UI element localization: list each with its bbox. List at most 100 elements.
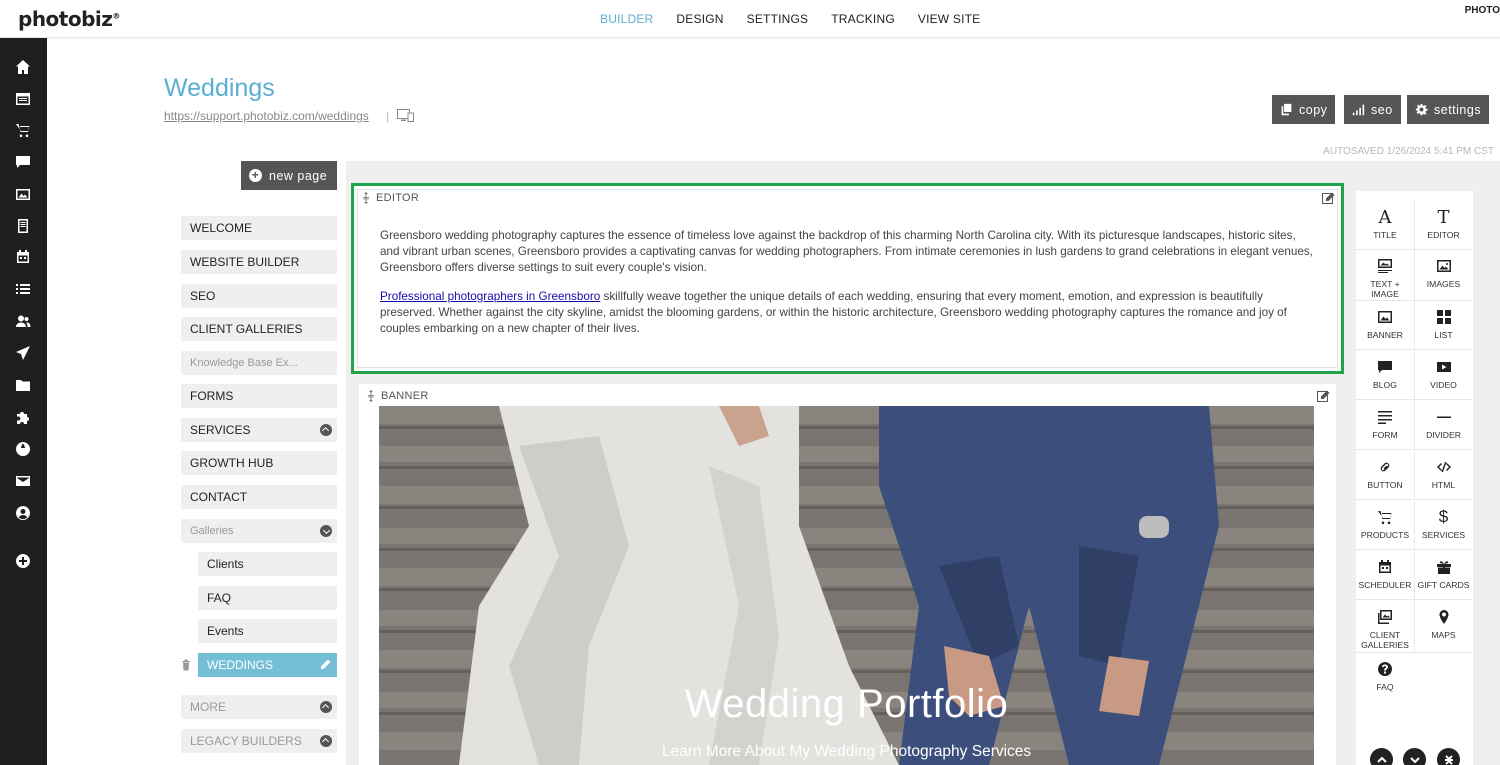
- widget-maps[interactable]: MAPS: [1414, 601, 1472, 653]
- widget-label: CLIENT GALLERIES: [1361, 630, 1409, 650]
- send-icon[interactable]: [14, 344, 32, 362]
- nav-builder[interactable]: BUILDER: [600, 12, 653, 26]
- page-item-services[interactable]: SERVICES: [181, 418, 337, 442]
- document-icon[interactable]: [14, 217, 32, 235]
- page-item-faq[interactable]: FAQ: [198, 586, 337, 610]
- widget-gift-cards[interactable]: GIFT CARDS: [1414, 551, 1472, 600]
- users-icon[interactable]: [14, 312, 32, 330]
- move-down-button[interactable]: [1403, 748, 1426, 765]
- page-item-website-builder[interactable]: WEBSITE BUILDER: [181, 250, 337, 274]
- settings-button[interactable]: settings: [1407, 95, 1490, 124]
- page-url-link[interactable]: https://support.photobiz.com/weddings: [164, 109, 369, 123]
- page-item-legacy-builders[interactable]: LEGACY BUILDERS: [181, 729, 337, 753]
- editor-block[interactable]: EDITOR Greensboro wedding photography ca…: [351, 183, 1344, 374]
- pencil-icon[interactable]: [319, 658, 332, 671]
- widget-faq[interactable]: FAQ: [1356, 653, 1414, 702]
- widget-client-galleries[interactable]: CLIENT GALLERIES: [1356, 601, 1414, 653]
- dollar-icon: $: [1438, 507, 1449, 526]
- page-item-knowledge-base[interactable]: Knowledge Base Ex...: [181, 351, 337, 375]
- widget-services[interactable]: $ SERVICES: [1414, 501, 1472, 550]
- nav-settings[interactable]: SETTINGS: [747, 12, 809, 26]
- device-preview-icon[interactable]: [397, 109, 414, 122]
- page-item-welcome[interactable]: WELCOME: [181, 216, 337, 240]
- folder-icon[interactable]: [14, 376, 32, 394]
- page-item-seo[interactable]: SEO: [181, 284, 337, 308]
- calendar-list-icon[interactable]: [14, 90, 32, 108]
- puzzle-icon[interactable]: [14, 408, 32, 426]
- page-item-weddings[interactable]: WEDDINGS: [198, 653, 337, 677]
- drag-handle-icon[interactable]: [362, 192, 370, 204]
- account-icon[interactable]: [14, 504, 32, 522]
- title-icon: A: [1378, 206, 1392, 228]
- scheduler-icon[interactable]: [14, 248, 32, 266]
- page-item-more[interactable]: MORE: [181, 695, 337, 719]
- nav-design[interactable]: DESIGN: [676, 12, 723, 26]
- chevron-up-icon: [1376, 756, 1387, 763]
- globe-icon[interactable]: [14, 440, 32, 458]
- photographers-link[interactable]: Professional photographers in Greensboro: [380, 290, 600, 303]
- mail-icon[interactable]: [14, 472, 32, 490]
- page-item-label: SERVICES: [190, 423, 251, 437]
- divider-icon: [1436, 407, 1452, 427]
- chat-icon[interactable]: [14, 153, 32, 171]
- widget-label: VIDEO: [1430, 380, 1457, 390]
- url-separator: |: [386, 109, 390, 123]
- widget-button[interactable]: BUTTON: [1356, 451, 1414, 500]
- page-item-forms[interactable]: FORMS: [181, 384, 337, 408]
- widget-scheduler[interactable]: SCHEDULER: [1356, 551, 1414, 600]
- nav-tracking[interactable]: TRACKING: [831, 12, 895, 26]
- widget-images[interactable]: IMAGES: [1414, 250, 1472, 301]
- add-circle-icon[interactable]: [14, 552, 32, 570]
- widget-editor[interactable]: T EDITOR: [1414, 201, 1472, 250]
- widget-label: HTML: [1431, 480, 1456, 490]
- photobiz-logo[interactable]: photobiz®: [18, 7, 120, 31]
- left-rail: [0, 38, 47, 765]
- trash-icon[interactable]: [181, 659, 191, 671]
- page-item-contact[interactable]: CONTACT: [181, 485, 337, 509]
- home-icon[interactable]: [14, 58, 32, 76]
- copy-button[interactable]: copy: [1272, 95, 1336, 124]
- page-item-label: Galleries: [190, 525, 234, 537]
- move-up-button[interactable]: [1370, 748, 1393, 765]
- widget-label: LIST: [1434, 330, 1453, 340]
- page-item-growth-hub[interactable]: GROWTH HUB: [181, 451, 337, 475]
- widget-products[interactable]: PRODUCTS: [1356, 501, 1414, 550]
- scheduler-icon: [1377, 557, 1393, 577]
- collapse-button[interactable]: [1437, 748, 1460, 765]
- chevron-up-icon[interactable]: [320, 701, 332, 713]
- widget-title[interactable]: A TITLE: [1356, 201, 1414, 250]
- settings-label: settings: [1434, 102, 1482, 117]
- widget-label: SERVICES: [1421, 530, 1466, 540]
- widget-divider[interactable]: DIVIDER: [1414, 401, 1472, 450]
- list-icon[interactable]: [14, 280, 32, 298]
- banner-block[interactable]: BANNER Wedding Portfolio Learn More Abou…: [359, 384, 1336, 765]
- new-page-button[interactable]: + new page: [241, 161, 337, 190]
- page-item-client-galleries[interactable]: CLIENT GALLERIES: [181, 317, 337, 341]
- widget-label: TITLE: [1373, 230, 1397, 240]
- widget-html[interactable]: HTML: [1414, 451, 1472, 500]
- drag-handle-icon[interactable]: [367, 390, 375, 402]
- seo-button[interactable]: seo: [1344, 95, 1401, 124]
- chevron-up-icon[interactable]: [320, 735, 332, 747]
- question-circle-icon: [1377, 659, 1393, 679]
- page-item-galleries[interactable]: Galleries: [181, 519, 337, 543]
- edit-icon[interactable]: [1322, 192, 1335, 205]
- page-item-events[interactable]: Events: [198, 619, 337, 643]
- account-menu[interactable]: PHOTO: [1465, 5, 1500, 16]
- image-icon[interactable]: [14, 185, 32, 203]
- nav-view-site[interactable]: VIEW SITE: [918, 12, 980, 26]
- block-label: BANNER: [381, 390, 429, 402]
- widget-label: DIVIDER: [1426, 430, 1461, 440]
- widget-form[interactable]: FORM: [1356, 401, 1414, 450]
- cart-icon[interactable]: [14, 121, 32, 139]
- chevron-down-icon[interactable]: [320, 525, 332, 537]
- widget-banner[interactable]: BANNER: [1356, 301, 1414, 350]
- edit-icon[interactable]: [1317, 390, 1330, 403]
- widget-blog[interactable]: BLOG: [1356, 351, 1414, 400]
- widget-text-image[interactable]: TEXT + IMAGE: [1356, 250, 1414, 301]
- editor-content[interactable]: Greensboro wedding photography captures …: [380, 228, 1315, 349]
- widget-list[interactable]: LIST: [1414, 301, 1472, 350]
- chevron-up-icon[interactable]: [320, 424, 332, 436]
- widget-video[interactable]: VIDEO: [1414, 351, 1472, 400]
- page-item-clients[interactable]: Clients: [198, 552, 337, 576]
